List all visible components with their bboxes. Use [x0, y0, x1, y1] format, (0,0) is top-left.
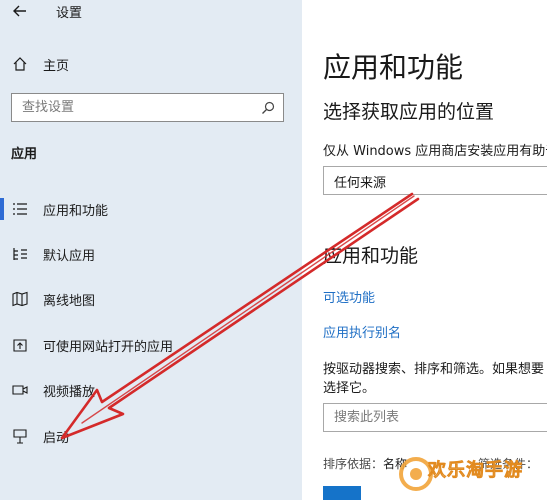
section-heading: 应用: [11, 147, 38, 162]
optional-features-link[interactable]: 可选功能: [323, 287, 375, 306]
search-icon[interactable]: [261, 101, 275, 115]
back-arrow-icon[interactable]: [11, 2, 29, 20]
app-execution-alias-link[interactable]: 应用执行别名: [323, 322, 401, 341]
sidebar-item-label: 离线地图: [43, 294, 96, 309]
apps-description: 按驱动器搜索、排序和筛选。如果想要 选择它。: [323, 360, 547, 398]
title-bar: 设置: [0, 0, 302, 28]
sidebar-item-video-playback[interactable]: 视频播放: [0, 377, 302, 403]
watermark: 欢乐淘手游: [396, 450, 547, 500]
desc-line-1: 按驱动器搜索、排序和筛选。如果想要: [323, 362, 545, 377]
startup-icon: [13, 429, 27, 444]
sidebar-item-apps-for-websites[interactable]: 可使用网站打开的应用: [0, 332, 302, 358]
watermark-text: 欢乐淘手游: [428, 460, 523, 482]
settings-search-input[interactable]: [12, 94, 262, 121]
sidebar-item-label: 主页: [43, 59, 70, 74]
main-panel: 应用和功能 选择获取应用的位置 仅从 Windows 应用商店安装应用有助于 任…: [302, 0, 547, 500]
settings-search-box[interactable]: [11, 93, 284, 122]
desc-line-2: 选择它。: [323, 381, 376, 396]
app-list-search-box[interactable]: [323, 403, 547, 432]
app-list-item-icon[interactable]: [323, 486, 361, 500]
apps-features-heading: 应用和功能: [323, 245, 419, 267]
home-icon: [13, 57, 27, 71]
open-external-icon: [13, 339, 27, 352]
sidebar-item-default-apps[interactable]: 默认应用: [0, 241, 302, 267]
sort-control[interactable]: 排序依据：名称: [323, 455, 407, 472]
sidebar-item-label: 默认应用: [43, 249, 96, 264]
default-apps-icon: [13, 248, 27, 260]
map-icon: [12, 291, 28, 307]
app-list-search-input[interactable]: [324, 404, 547, 431]
app-source-dropdown[interactable]: 任何来源: [323, 166, 547, 195]
sidebar-item-label: 应用和功能: [43, 204, 109, 219]
list-icon: [13, 203, 27, 215]
window-title: 设置: [56, 6, 83, 21]
dropdown-value: 任何来源: [334, 176, 387, 191]
source-description: 仅从 Windows 应用商店安装应用有助于: [323, 144, 547, 159]
video-icon: [12, 385, 28, 395]
sort-label: 排序依据：: [323, 457, 384, 471]
page-title: 应用和功能: [323, 51, 464, 84]
sidebar-item-label: 可使用网站打开的应用: [43, 340, 174, 355]
sidebar-item-apps-features[interactable]: 应用和功能: [0, 196, 302, 222]
sidebar-item-startup[interactable]: 启动: [0, 423, 302, 449]
sidebar-item-label: 视频播放: [43, 385, 96, 400]
sidebar-item-home[interactable]: 主页: [0, 52, 302, 76]
sidebar-item-label: 启动: [43, 431, 70, 446]
source-heading: 选择获取应用的位置: [323, 101, 495, 123]
sidebar-item-offline-maps[interactable]: 离线地图: [0, 286, 302, 312]
sidebar: 设置 主页 应用 应用和功能 默认应用 离线地图: [0, 0, 302, 500]
